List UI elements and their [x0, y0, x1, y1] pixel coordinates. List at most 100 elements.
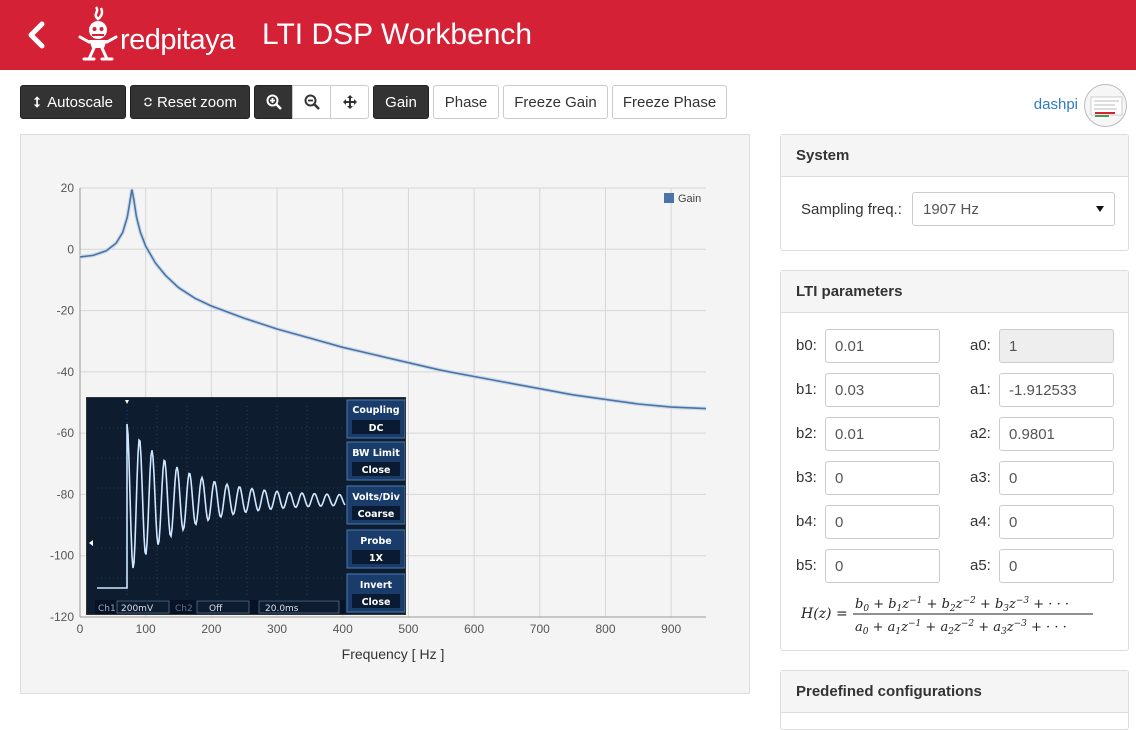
x-tick-label: 200	[201, 622, 221, 636]
b2-input[interactable]: 0.01	[825, 417, 940, 451]
zoom-out-icon	[304, 94, 320, 110]
a3-label: a3:	[970, 469, 991, 486]
caret-down-icon	[1096, 206, 1104, 212]
y-tick-label: -60	[57, 426, 75, 440]
y-tick-label: -100	[50, 549, 74, 563]
autoscale-label: Autoscale	[47, 93, 113, 111]
b0-input[interactable]: 0.01	[825, 329, 940, 363]
a2-label: a2:	[970, 425, 991, 442]
y-tick-label: -80	[57, 487, 75, 501]
chevron-left-icon	[28, 21, 45, 49]
a1-label: a1:	[970, 381, 991, 398]
a4-input[interactable]: 0	[999, 505, 1114, 539]
scope-ch2-label: Ch2	[175, 604, 193, 614]
b5-input[interactable]: 0	[825, 549, 940, 583]
back-button[interactable]	[22, 18, 54, 52]
refresh-icon	[144, 97, 152, 107]
scope-probe-label: Probe	[360, 536, 391, 547]
avatar[interactable]	[1084, 84, 1127, 127]
a5-input[interactable]: 0	[999, 549, 1114, 583]
predefined-configurations-panel: Predefined configurations	[780, 670, 1129, 730]
x-tick-label: 600	[464, 622, 484, 636]
a4-label: a4:	[970, 513, 991, 530]
x-tick-label: 900	[661, 622, 681, 636]
reset-zoom-button[interactable]: Reset zoom	[130, 85, 250, 119]
scope-coupling-value: DC	[369, 423, 384, 434]
scope-ch1-label: Ch1	[98, 604, 116, 614]
y-tick-label: 20	[61, 181, 75, 195]
plot-toolbar: Autoscale Reset zoom Gain Phase Freeze G…	[20, 85, 727, 119]
gain-button[interactable]: Gain	[373, 85, 429, 119]
gain-plot-panel[interactable]: 20 0 -20 -40 -60 -80 -100 -120 0 100 200 300 400 500 6…	[20, 134, 750, 694]
scope-bw-limit-label: BW Limit	[352, 448, 400, 459]
b1-input[interactable]: 0.03	[825, 373, 940, 407]
b4-input[interactable]: 0	[825, 505, 940, 539]
b5-label: b5:	[796, 557, 817, 574]
scope-screen: Coupling DC BW Limit Close Volts/Div Coa…	[87, 398, 405, 614]
sampling-freq-label: Sampling freq.:	[801, 201, 902, 218]
y-tick-label: -20	[57, 304, 75, 318]
a1-input[interactable]: -1.912533	[999, 373, 1114, 407]
scope-timebase-value: 20.0ms	[265, 604, 299, 614]
svg-text:b0 + b1z−1 + b2z−2 + b3z−3 + ·: b0 + b1z−1 + b2z−2 + b3z−3 + · · ·	[855, 596, 1069, 614]
x-tick-label: 100	[136, 622, 156, 636]
avatar-thumbnail-icon	[1090, 96, 1123, 117]
x-tick-label: 300	[267, 622, 287, 636]
system-panel: System Sampling freq.: 1907 Hz	[780, 134, 1129, 251]
scope-probe-value: 1X	[369, 553, 384, 564]
freeze-gain-button[interactable]: Freeze Gain	[503, 85, 608, 119]
vertical-arrows-icon	[33, 96, 41, 108]
transfer-function-formula: H(z) = b0 + b1z−1 + b2z−2 + b3z−3 + · · …	[800, 591, 1121, 637]
app-title: LTI DSP Workbench	[262, 18, 533, 51]
app-header: redpitaya LTI DSP Workbench	[0, 0, 1136, 70]
system-panel-title: System	[781, 135, 1128, 177]
scope-bw-limit-value: Close	[362, 465, 391, 476]
sampling-freq-value: 1907 Hz	[923, 200, 979, 218]
user-name-link[interactable]: dashpi	[1034, 96, 1078, 113]
lti-parameters-panel: LTI parameters b0: 0.01 a0: 1 b1: 0.03 a1: -1.9…	[780, 270, 1129, 651]
zoom-out-button[interactable]	[292, 85, 331, 119]
predefined-configurations-title[interactable]: Predefined configurations	[781, 671, 1128, 713]
x-tick-label: 0	[77, 622, 84, 636]
b0-label: b0:	[796, 337, 817, 354]
redpitaya-robot-icon	[78, 6, 118, 61]
svg-text:H(z) =: H(z) =	[801, 606, 848, 622]
scope-menu: Coupling DC BW Limit Close Volts/Div Coa…	[346, 399, 405, 613]
scope-invert-value: Close	[362, 597, 391, 608]
b3-input[interactable]: 0	[825, 461, 940, 495]
a0-label: a0:	[970, 337, 991, 354]
a3-input[interactable]: 0	[999, 461, 1114, 495]
scope-ch2-value: Off	[209, 604, 223, 614]
b3-label: b3:	[796, 469, 817, 486]
zoom-button-group	[254, 85, 369, 119]
y-tick-label: 0	[67, 242, 74, 256]
phase-button[interactable]: Phase	[433, 85, 499, 119]
freeze-phase-button[interactable]: Freeze Phase	[612, 85, 727, 119]
scope-ch1-value: 200mV	[121, 604, 154, 614]
x-tick-label: 800	[595, 622, 615, 636]
pan-button[interactable]	[330, 85, 369, 119]
redpitaya-logo: redpitaya	[76, 4, 246, 64]
legend-swatch	[664, 193, 674, 203]
transfer-function-svg: H(z) = b0 + b1z−1 + b2z−2 + b3z−3 + · · …	[800, 596, 1093, 637]
zoom-in-button[interactable]	[254, 85, 293, 119]
autoscale-button[interactable]: Autoscale	[20, 85, 126, 119]
x-tick-label: 700	[530, 622, 550, 636]
x-axis-label: Frequency [ Hz ]	[342, 646, 445, 662]
a0-input: 1	[999, 329, 1114, 363]
oscilloscope-photo: Coupling DC BW Limit Close Volts/Div Coa…	[86, 397, 406, 615]
a5-label: a5:	[970, 557, 991, 574]
a2-input[interactable]: 0.9801	[999, 417, 1114, 451]
zoom-in-icon	[266, 94, 282, 110]
logo-text: redpitaya	[120, 24, 235, 56]
svg-text:a0 + a1z−1 + a2z−2 + a3z−3 + ·: a0 + a1z−1 + a2z−2 + a3z−3 + · · ·	[855, 619, 1067, 637]
scope-status-bar: Ch1 200mV Ch2 Off 20.0ms	[95, 600, 345, 614]
scope-invert-label: Invert	[360, 580, 393, 591]
lti-parameters-title: LTI parameters	[781, 271, 1128, 313]
legend-label-gain: Gain	[678, 193, 701, 205]
scope-volts-div-label: Volts/Div	[352, 492, 400, 503]
b1-label: b1:	[796, 381, 817, 398]
scope-coupling-label: Coupling	[352, 405, 399, 416]
sampling-freq-select[interactable]: 1907 Hz	[912, 192, 1115, 226]
scope-volts-div-value: Coarse	[358, 509, 395, 520]
